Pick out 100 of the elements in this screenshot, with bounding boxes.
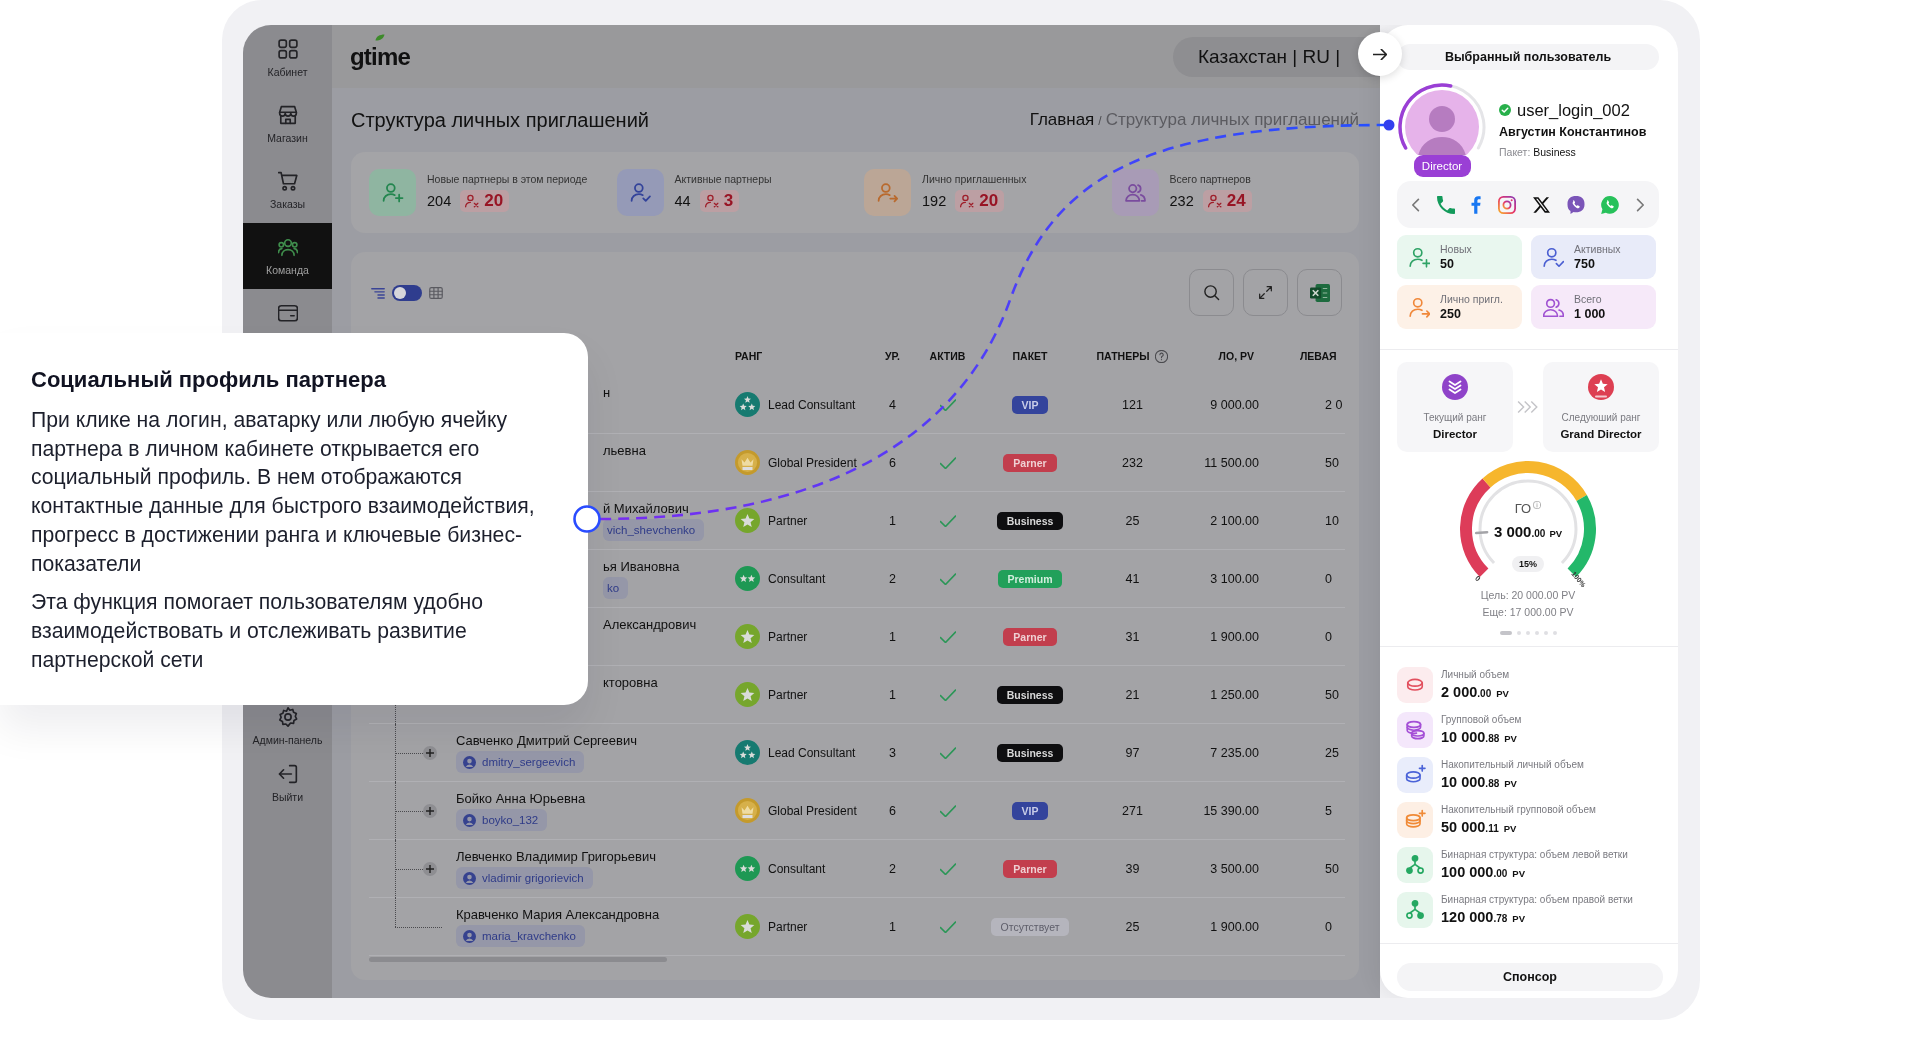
package-badge: Parner bbox=[1003, 859, 1057, 878]
table-cell: 1 900.00 bbox=[1210, 629, 1259, 644]
view-toggle[interactable] bbox=[392, 284, 422, 301]
sidebar-item[interactable]: Заказы bbox=[243, 157, 332, 223]
avatar-silhouette-icon[interactable] bbox=[1405, 90, 1479, 155]
user-arrow-icon bbox=[1409, 296, 1430, 318]
column-header: ЛЕВАЯ bbox=[1300, 350, 1337, 362]
stat-value: 232 bbox=[1169, 193, 1194, 209]
plus-icon bbox=[426, 748, 434, 757]
sidebar-item[interactable]: Админ-панель bbox=[243, 706, 332, 750]
partner-name: й Михайлович bbox=[603, 501, 689, 516]
rank-title: Grand Director bbox=[1560, 427, 1642, 441]
partner-name: Савченко Дмитрий Сергеевич bbox=[456, 733, 637, 748]
user-icon bbox=[463, 755, 476, 769]
table-cell: 1 bbox=[889, 687, 896, 702]
username[interactable]: user_login_002 bbox=[1517, 101, 1630, 119]
partner-name: Левченко Владимир Григорьевич bbox=[456, 849, 656, 864]
table-cell: 11 500.00 bbox=[1204, 455, 1259, 470]
breadcrumb-link[interactable]: Главная bbox=[1029, 110, 1095, 130]
table-cell: 2 bbox=[889, 571, 896, 586]
volume-label: Личный объем bbox=[1441, 668, 1510, 681]
column-header: ЛО, PV bbox=[1218, 350, 1254, 362]
three-stars-icon bbox=[735, 740, 760, 765]
table-cell: 50 bbox=[1325, 861, 1339, 876]
login-chip[interactable]: vich_shevchenko bbox=[603, 519, 705, 541]
counter-value: 50 bbox=[1440, 256, 1455, 272]
info-icon bbox=[1533, 501, 1542, 509]
sidebar-item[interactable]: Кабинет bbox=[243, 25, 332, 91]
table-cell: 1 900.00 bbox=[1210, 919, 1259, 934]
x-logo-icon[interactable] bbox=[1532, 196, 1550, 213]
stat-value: 44 bbox=[674, 193, 691, 209]
leaf-icon bbox=[375, 33, 385, 41]
sponsor-button[interactable]: Спонсор bbox=[1397, 963, 1663, 991]
percent-badge: 15% bbox=[1512, 556, 1544, 572]
table-cell: 0 bbox=[1325, 919, 1332, 934]
table-cell: 232 bbox=[1122, 455, 1143, 470]
package-value: Business bbox=[1533, 146, 1576, 158]
table-cell: 121 bbox=[1122, 397, 1143, 412]
gauge-title: ГО bbox=[1514, 501, 1532, 517]
wallet-icon bbox=[277, 303, 298, 323]
stat-label: Лично приглашенных bbox=[922, 173, 1027, 185]
change-value: 20 bbox=[484, 191, 504, 211]
gauge-value: 3 000.00 PV bbox=[1493, 522, 1563, 542]
breadcrumb-current: Структура личных приглашений bbox=[1105, 110, 1359, 130]
table-cell: 1 250.00 bbox=[1210, 687, 1259, 702]
phone-icon[interactable] bbox=[1436, 195, 1455, 214]
partner-name: кторовна bbox=[603, 675, 658, 690]
login-chip[interactable]: dmitry_sergeevich bbox=[456, 751, 585, 773]
chevron-right-icon[interactable] bbox=[1635, 197, 1644, 212]
triple-chevron-icon bbox=[1517, 400, 1539, 414]
search-button[interactable] bbox=[1189, 269, 1234, 316]
viber-icon[interactable] bbox=[1566, 195, 1585, 214]
partner-name: Кравченко Мария Александровна bbox=[456, 907, 660, 922]
expand-row-button[interactable] bbox=[423, 745, 437, 760]
stat-value: 192 bbox=[922, 193, 947, 209]
partner-name: ья Ивановна bbox=[603, 559, 680, 574]
region-selector[interactable]: Казахстан | RU | bbox=[1173, 36, 1380, 77]
chevrons-badge-icon bbox=[1442, 374, 1468, 400]
toggle-knob[interactable] bbox=[394, 286, 406, 299]
sidebar-item[interactable]: Магазин bbox=[243, 91, 332, 157]
users-icon bbox=[1111, 169, 1159, 216]
branch-tree-icon bbox=[1397, 892, 1433, 928]
table-cell: 97 bbox=[1125, 745, 1140, 760]
sidebar-item[interactable]: Выйти bbox=[243, 750, 332, 816]
user-x-icon bbox=[1207, 194, 1222, 208]
user-plus-icon bbox=[369, 169, 416, 216]
whatsapp-icon[interactable] bbox=[1601, 195, 1620, 214]
column-header: УР. bbox=[885, 350, 900, 362]
package-badge: Parner bbox=[1003, 627, 1057, 646]
login-chip[interactable]: vladimir grigorievich bbox=[456, 867, 593, 889]
facebook-icon[interactable] bbox=[1471, 195, 1482, 214]
login-chip[interactable]: ko bbox=[603, 577, 629, 599]
user-x-icon bbox=[465, 194, 480, 208]
grid-view-icon[interactable] bbox=[429, 285, 443, 300]
login-chip[interactable]: boyko_132 bbox=[456, 809, 548, 831]
login-chip[interactable]: maria_kravchenko bbox=[456, 925, 585, 947]
table-cell: 0 bbox=[1325, 571, 1332, 586]
user-icon bbox=[463, 929, 476, 943]
branch-tree-icon bbox=[1397, 847, 1433, 883]
horizontal-scrollbar[interactable] bbox=[369, 957, 667, 962]
panel-title: Выбранный пользователь bbox=[1397, 44, 1659, 70]
expand-row-button[interactable] bbox=[423, 861, 437, 876]
table-cell: 2 bbox=[889, 861, 896, 876]
excel-export-button[interactable] bbox=[1297, 269, 1342, 316]
table-cell: 2 100.00 bbox=[1210, 513, 1259, 528]
sidebar-item[interactable]: Команда bbox=[243, 223, 332, 289]
package-badge: Business bbox=[996, 743, 1064, 762]
counter-label: Лично пригл. bbox=[1440, 292, 1503, 305]
breadcrumb-separator: / bbox=[1098, 114, 1102, 128]
gear-icon bbox=[277, 707, 298, 727]
counter-label: Новых bbox=[1440, 242, 1472, 255]
instagram-icon[interactable] bbox=[1498, 195, 1517, 214]
table-cell: 31 bbox=[1125, 629, 1140, 644]
volume-value: 50 000.11 PV bbox=[1441, 818, 1518, 837]
expand-row-button[interactable] bbox=[423, 803, 437, 818]
tree-view-icon[interactable] bbox=[371, 285, 385, 300]
chevron-left-icon[interactable] bbox=[1412, 197, 1420, 212]
coin-icon bbox=[1397, 667, 1433, 703]
partner-name: Александрович bbox=[603, 617, 697, 632]
change-value: 24 bbox=[1226, 191, 1246, 211]
